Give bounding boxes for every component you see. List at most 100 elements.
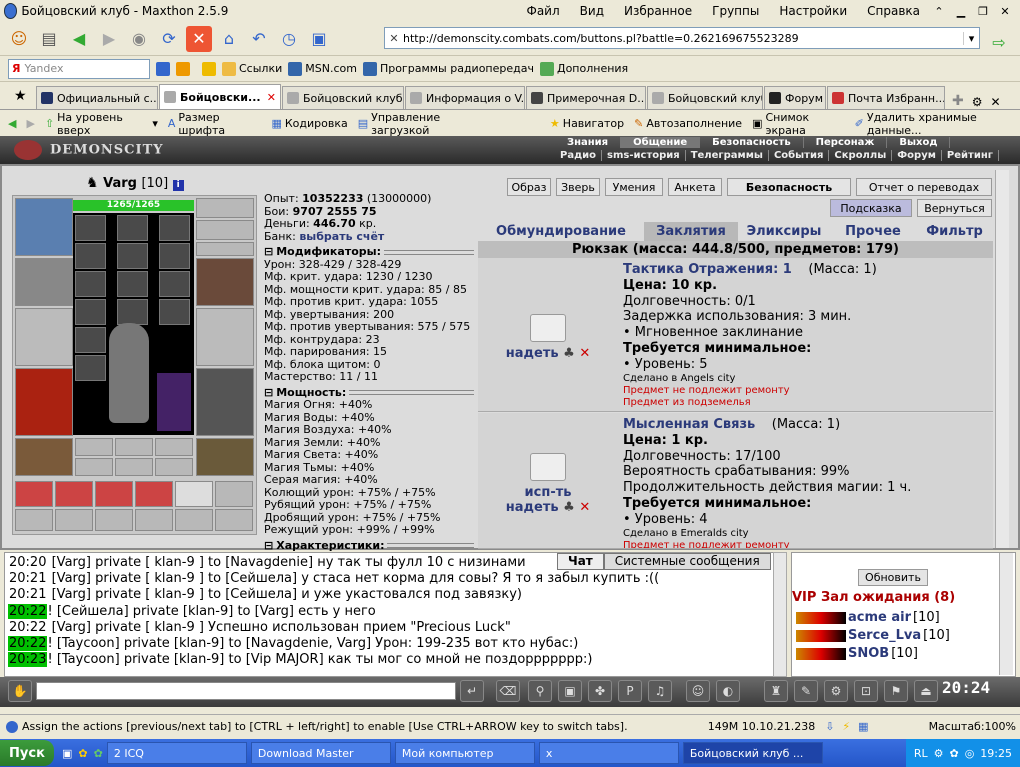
- item-name[interactable]: Тактика Отражения: 1: [623, 262, 792, 277]
- history-icon[interactable]: ◷: [276, 26, 302, 52]
- spell-slot[interactable]: [117, 243, 148, 269]
- exit-icon[interactable]: ⏏: [914, 680, 938, 702]
- bank-link[interactable]: выбрать счёт: [299, 230, 384, 243]
- start-button[interactable]: Пуск: [0, 740, 54, 766]
- tray-icon[interactable]: ⚙: [934, 747, 944, 760]
- tab-mail[interactable]: Почта Избранн...: [827, 86, 945, 109]
- taskbar-icq[interactable]: 2 ICQ: [106, 742, 247, 764]
- inventory-scrollbar[interactable]: [995, 170, 1009, 548]
- delete-icon[interactable]: ✕: [579, 346, 590, 361]
- user-name[interactable]: Serce_Lva: [848, 628, 921, 643]
- equip-link[interactable]: надеть ♣ ✕: [488, 346, 608, 361]
- empty-slot[interactable]: [15, 509, 53, 531]
- empty-slot[interactable]: [175, 509, 213, 531]
- navigator-button[interactable]: ★ Навигатор: [550, 117, 624, 130]
- menu-help[interactable]: Справка: [857, 4, 930, 18]
- spell-slot[interactable]: [159, 215, 190, 241]
- save-icon[interactable]: ▣: [558, 680, 582, 702]
- menu-favorites[interactable]: Избранное: [614, 4, 702, 18]
- tab-security[interactable]: Безопасность: [700, 137, 804, 148]
- addons-button[interactable]: Дополнения: [539, 61, 628, 76]
- encoding-button[interactable]: ▦ Кодировка: [271, 117, 347, 130]
- home-icon[interactable]: ⌂: [216, 26, 242, 52]
- char-name-text[interactable]: Varg: [103, 176, 137, 191]
- lock-icon[interactable]: ⊡: [854, 680, 878, 702]
- wrench-icon[interactable]: ⚙: [972, 95, 983, 109]
- gloves-slot[interactable]: [196, 258, 254, 306]
- link-events[interactable]: События: [769, 150, 830, 161]
- quicklaunch-icon[interactable]: ▣: [62, 747, 72, 760]
- shield-icon[interactable]: [202, 61, 216, 76]
- user-name[interactable]: acme air: [848, 610, 911, 625]
- menu-view[interactable]: Вид: [570, 4, 614, 18]
- address-bar[interactable]: ✕ http://demonscity.combats.com/buttons.…: [384, 27, 980, 49]
- empty-slot[interactable]: [95, 509, 133, 531]
- spell-slot[interactable]: [75, 215, 106, 241]
- spell-slot[interactable]: [75, 327, 106, 353]
- info-icon[interactable]: i: [172, 180, 184, 191]
- empty-slot[interactable]: [215, 481, 253, 507]
- spell-slot[interactable]: [159, 243, 190, 269]
- zoom-level[interactable]: Масштаб:100%: [929, 720, 1016, 733]
- characteristics-header[interactable]: ⊟ Характеристики:: [264, 539, 474, 553]
- security-button[interactable]: Безопасность: [727, 178, 851, 196]
- chevron-down-icon[interactable]: ▾: [963, 31, 979, 45]
- filter-icon[interactable]: ⚲: [528, 680, 552, 702]
- level-up-button[interactable]: ⇧ На уровень вверх ▾: [45, 111, 158, 137]
- spell-slot[interactable]: [159, 271, 190, 297]
- empty-slot[interactable]: [215, 509, 253, 531]
- empty-slot[interactable]: [55, 509, 93, 531]
- spell-slot[interactable]: [117, 271, 148, 297]
- spell-slot[interactable]: [75, 299, 106, 325]
- restore-button[interactable]: ❐: [974, 3, 992, 19]
- empty-slot[interactable]: [155, 458, 193, 476]
- delete-icon[interactable]: ✕: [579, 500, 590, 515]
- tab-fight-club[interactable]: Бойцовский клуб: [282, 86, 404, 109]
- boots-slot[interactable]: [196, 438, 254, 476]
- font-size-button[interactable]: A Размер шрифта: [168, 111, 262, 137]
- tab-exit[interactable]: Выход: [887, 137, 951, 148]
- download-manager-button[interactable]: ▤ Управление загрузкой: [358, 111, 490, 137]
- potion-slot[interactable]: [55, 481, 93, 507]
- address-input[interactable]: http://demonscity.combats.com/buttons.pl…: [403, 32, 799, 45]
- link-rating[interactable]: Рейтинг: [942, 150, 999, 161]
- dropdown-icon[interactable]: ◉: [126, 26, 152, 52]
- scroll-slot[interactable]: [175, 481, 213, 507]
- download-icon[interactable]: ⇩: [825, 720, 834, 733]
- empty-slot[interactable]: [115, 438, 153, 456]
- back-icon[interactable]: ◀: [66, 26, 92, 52]
- stop-icon[interactable]: ✕: [186, 25, 212, 52]
- weapon-slot[interactable]: [15, 308, 73, 366]
- tab-character[interactable]: Персонаж: [804, 137, 888, 148]
- empty-slot[interactable]: [155, 438, 193, 456]
- link-forum[interactable]: Форум: [892, 150, 942, 161]
- spell-slot[interactable]: [117, 215, 148, 241]
- item-name[interactable]: Мысленная Связь: [623, 417, 755, 432]
- flag-icon[interactable]: ⚑: [884, 680, 908, 702]
- translit-icon[interactable]: Р: [618, 680, 642, 702]
- profile-button[interactable]: Анкета: [668, 178, 722, 196]
- search-box[interactable]: Я Yandex: [8, 58, 150, 79]
- chat-scrollbar[interactable]: [773, 552, 787, 677]
- tab-spells[interactable]: Заклятия: [644, 222, 738, 241]
- collapse-icon[interactable]: ⌃: [930, 3, 948, 19]
- chat-input[interactable]: [36, 682, 456, 700]
- tab-other[interactable]: Прочее: [830, 222, 916, 241]
- minimize-button[interactable]: ▁: [952, 3, 970, 19]
- tab-chat[interactable]: Чат: [557, 553, 604, 570]
- tab-system-messages[interactable]: Системные сообщения: [603, 553, 771, 570]
- tray-icon[interactable]: ✿: [949, 747, 958, 760]
- hint-button[interactable]: Подсказка: [830, 199, 912, 217]
- close-button[interactable]: ✕: [996, 3, 1014, 19]
- spell-slot[interactable]: [159, 299, 190, 325]
- refresh-icon[interactable]: ⟳: [156, 26, 182, 52]
- modifiers-header[interactable]: ⊟ Модификаторы:: [264, 245, 474, 259]
- empty-slot[interactable]: [115, 458, 153, 476]
- tab-communication[interactable]: Общение: [621, 137, 701, 148]
- search-icon[interactable]: [156, 61, 170, 76]
- online-scrollbar[interactable]: [999, 553, 1013, 675]
- potion-slot[interactable]: [135, 481, 173, 507]
- menu-groups[interactable]: Группы: [702, 4, 769, 18]
- link-sms[interactable]: sms-история: [602, 150, 686, 161]
- tools-icon[interactable]: ▦: [858, 720, 868, 733]
